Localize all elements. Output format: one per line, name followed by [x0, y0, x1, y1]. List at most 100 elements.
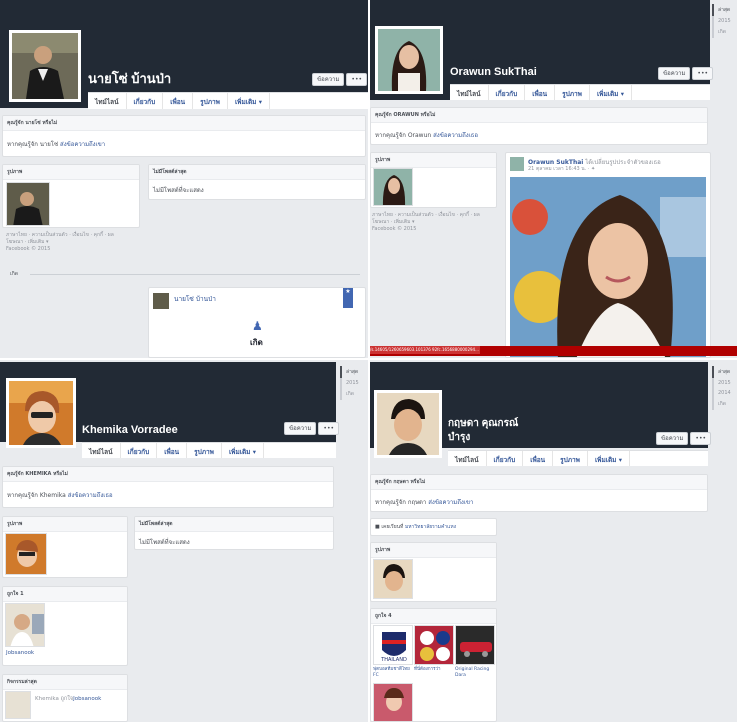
recent-posts-card: ไม่มีโพสต์ล่าสุด ไม่มีโพสต์ที่จะแสดง — [148, 164, 366, 200]
send-message-link[interactable]: ส่งข้อความถึงเขา — [428, 499, 473, 506]
tab-friends[interactable]: เพื่อน — [157, 443, 188, 458]
activity-card: กิจกรรมล่าสุด Khemika ถูกใจJobsanook — [2, 674, 128, 722]
tab-about[interactable]: เกี่ยวกับ — [489, 85, 526, 100]
profile-picture[interactable] — [9, 30, 81, 102]
post-action: ได้เปลี่ยนรูปประจำตัวของเธอ — [585, 159, 661, 166]
liked-page-name[interactable]: Jobsanook — [6, 650, 34, 656]
recent-header: ไม่มีโพสต์ล่าสุด — [149, 165, 365, 180]
tab-photos[interactable]: รูปภาพ — [187, 443, 222, 458]
send-message-link[interactable]: ส่งข้อความถึงเขา — [60, 141, 105, 148]
tab-friends[interactable]: เพื่อน — [163, 93, 194, 109]
education-card: ■ เคยเรียนที่ มหาวิทยาลัยรามคำแหง — [370, 518, 497, 536]
more-options-button[interactable]: ••• — [346, 73, 368, 86]
site-footer: ภาษาไทย · ความเป็นส่วนตัว · เงื่อนไข · ค… — [6, 232, 114, 252]
profile-tabs: ไทม์ไลน์ เกี่ยวกับ เพื่อน รูปภาพ เพิ่มเต… — [448, 450, 708, 466]
tab-about[interactable]: เกี่ยวกับ — [487, 451, 524, 466]
tab-timeline[interactable]: ไทม์ไลน์ — [448, 451, 487, 466]
year-navigation: ล่าสุด 2015 2014 เกิด — [712, 366, 737, 410]
year-recent[interactable]: ล่าสุด — [712, 4, 737, 16]
profile-picture[interactable] — [374, 390, 442, 458]
liked-page-thumbnail-1[interactable]: THAILAND — [373, 625, 413, 665]
year-navigation: ล่าสุด 2015 เกิด — [712, 4, 737, 38]
photos-header: รูปภาพ — [371, 153, 496, 168]
message-button[interactable]: ข้อความ — [658, 67, 691, 80]
more-options-button[interactable]: ••• — [318, 422, 340, 435]
message-button[interactable]: ข้อความ — [312, 73, 345, 86]
year-born[interactable]: เกิด — [712, 26, 737, 38]
liked-page-thumbnail[interactable] — [5, 603, 45, 647]
svg-text:THAILAND: THAILAND — [380, 657, 407, 663]
likes-card: ถูกใจ 4 THAILAND ฟุตบอลทีมชาติไทย FC ที่… — [370, 608, 497, 722]
photos-card: รูปภาพ — [2, 164, 140, 228]
person-icon: ♟ — [252, 319, 263, 333]
photos-header: รูปภาพ — [3, 165, 139, 180]
photo-thumbnail[interactable] — [373, 168, 413, 206]
education-link[interactable]: มหาวิทยาลัยรามคำแหง — [405, 524, 456, 530]
tab-timeline[interactable]: ไทม์ไลน์ — [88, 93, 127, 109]
tab-more[interactable]: เพิ่มเติม ▾ — [590, 85, 632, 100]
tab-more[interactable]: เพิ่มเติม ▾ — [222, 443, 264, 458]
post-avatar[interactable] — [153, 293, 169, 309]
know-card: คุณรู้จัก กฤษดา หรือไม่ หากคุณรู้จัก กฤษ… — [370, 474, 708, 512]
timeline-divider — [30, 274, 360, 275]
liked-page-thumbnail-4[interactable] — [373, 683, 413, 721]
liked-page-thumbnail-3[interactable] — [455, 625, 495, 665]
tab-more[interactable]: เพิ่มเติม ▾ — [588, 451, 630, 466]
profile-picture[interactable] — [6, 378, 76, 448]
know-card: คุณรู้จัก ORAWUN หรือไม่ หากคุณรู้จัก Or… — [370, 107, 708, 145]
year-born[interactable]: เกิด — [340, 388, 366, 400]
tab-photos[interactable]: รูปภาพ — [193, 93, 228, 109]
message-button[interactable]: ข้อความ — [656, 432, 689, 445]
liked-page-name-1[interactable]: ฟุตบอลทีมชาติไทย FC — [373, 667, 413, 679]
know-body: หากคุณรู้จัก Khemika ส่งข้อความถึงเธอ — [7, 492, 113, 499]
photos-card: รูปภาพ — [2, 516, 128, 578]
profile-panel-4: กฤษดา คุณกรณ์ บำรุง ข้อความ ••• ไทม์ไลน์… — [370, 362, 737, 722]
year-2015[interactable]: 2015 — [712, 378, 737, 388]
year-2014[interactable]: 2014 — [712, 388, 737, 398]
more-options-button[interactable]: ••• — [690, 432, 712, 445]
know-body: หากคุณรู้จัก กฤษดา ส่งข้อความถึงเขา — [375, 499, 474, 506]
activity-link[interactable]: Jobsanook — [73, 696, 101, 702]
activity-text: Khemika ถูกใจJobsanook — [35, 696, 102, 702]
activity-header: กิจกรรมล่าสุด — [3, 675, 127, 690]
post-author[interactable]: นายโซ่ บ้านป่า — [174, 294, 216, 304]
more-options-button[interactable]: ••• — [692, 67, 714, 80]
photo-thumbnail[interactable] — [6, 182, 50, 226]
photos-header: รูปภาพ — [371, 543, 496, 558]
year-recent[interactable]: ล่าสุด — [340, 366, 366, 378]
profile-tabs: ไทม์ไลน์ เกี่ยวกับ เพื่อน รูปภาพ เพิ่มเต… — [450, 84, 710, 100]
profile-tabs: ไทม์ไลน์ เกี่ยวกับ เพื่อน รูปภาพ เพิ่มเต… — [82, 442, 336, 458]
send-message-link[interactable]: ส่งข้อความถึงเธอ — [68, 492, 113, 499]
liked-page-thumbnail-2[interactable] — [414, 625, 454, 665]
profile-name: นายโซ่ บ้านป่า — [88, 71, 172, 86]
post-photo[interactable] — [510, 177, 706, 357]
year-born[interactable]: เกิด — [712, 398, 737, 410]
recent-posts-card: ไม่มีโพสต์ล่าสุด ไม่มีโพสต์ที่จะแสดง — [134, 516, 334, 550]
tab-friends[interactable]: เพื่อน — [523, 451, 554, 466]
year-2015[interactable]: 2015 — [340, 378, 366, 388]
activity-thumbnail[interactable] — [5, 691, 31, 719]
tab-photos[interactable]: รูปภาพ — [555, 85, 590, 100]
photos-card: รูปภาพ — [370, 152, 497, 208]
year-navigation: ล่าสุด 2015 เกิด — [340, 366, 366, 400]
year-recent[interactable]: ล่าสุด — [712, 366, 737, 378]
liked-page-name-3[interactable]: Original Racing Dara — [455, 667, 495, 679]
post-time[interactable]: 21 ตุลาคม เวลา 16:43 น. · ✦ — [528, 165, 595, 173]
tab-timeline[interactable]: ไทม์ไลน์ — [82, 443, 121, 458]
tab-about[interactable]: เกี่ยวกับ — [121, 443, 158, 458]
tab-photos[interactable]: รูปภาพ — [553, 451, 588, 466]
photo-thumbnail[interactable] — [5, 533, 47, 575]
message-button[interactable]: ข้อความ — [284, 422, 317, 435]
photo-thumbnail[interactable] — [373, 559, 413, 599]
tab-more[interactable]: เพิ่มเติม ▾ — [228, 93, 270, 109]
tab-friends[interactable]: เพื่อน — [525, 85, 556, 100]
liked-page-name-2[interactable]: ที่นี่ต้องการว่า — [414, 667, 454, 673]
send-message-link[interactable]: ส่งข้อความถึงเธอ — [433, 132, 478, 139]
year-2015[interactable]: 2015 — [712, 16, 737, 26]
recent-text: ไม่มีโพสต์ที่จะแสดง — [153, 187, 204, 194]
post-avatar[interactable] — [510, 157, 524, 171]
tab-timeline[interactable]: ไทม์ไลน์ — [450, 85, 489, 100]
know-header: คุณรู้จัก KHEMIKA หรือไม่ — [3, 467, 333, 482]
tab-about[interactable]: เกี่ยวกับ — [127, 93, 164, 109]
profile-picture[interactable] — [375, 26, 443, 94]
